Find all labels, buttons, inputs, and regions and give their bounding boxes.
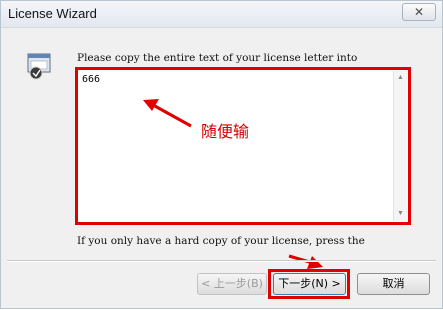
scroll-up-arrow-icon[interactable]: ▲ bbox=[394, 72, 407, 84]
next-button[interactable]: 下一步(N) > bbox=[273, 273, 346, 295]
instruction-text: Please copy the entire text of your lice… bbox=[77, 52, 358, 64]
license-wizard-icon bbox=[27, 53, 51, 80]
license-text-box: ▲ ▼ bbox=[75, 67, 411, 225]
hard-copy-instruction-text: If you only have a hard copy of your lic… bbox=[77, 235, 365, 247]
back-button[interactable]: < 上一步(B) bbox=[197, 273, 267, 295]
close-button[interactable]: ✕ bbox=[402, 3, 436, 21]
cancel-button[interactable]: 取消 bbox=[357, 273, 430, 295]
title-bar[interactable]: License Wizard ✕ bbox=[1, 1, 442, 28]
license-text-input[interactable] bbox=[80, 72, 393, 220]
annotation-label: 随便输 bbox=[201, 122, 250, 141]
vertical-scrollbar[interactable]: ▲ ▼ bbox=[393, 71, 407, 221]
window-title: License Wizard bbox=[8, 6, 97, 21]
close-icon: ✕ bbox=[413, 5, 425, 19]
scroll-down-arrow-icon[interactable]: ▼ bbox=[394, 208, 407, 220]
license-wizard-window: License Wizard ✕ Please copy the entire … bbox=[0, 0, 443, 309]
footer-separator bbox=[7, 260, 436, 262]
